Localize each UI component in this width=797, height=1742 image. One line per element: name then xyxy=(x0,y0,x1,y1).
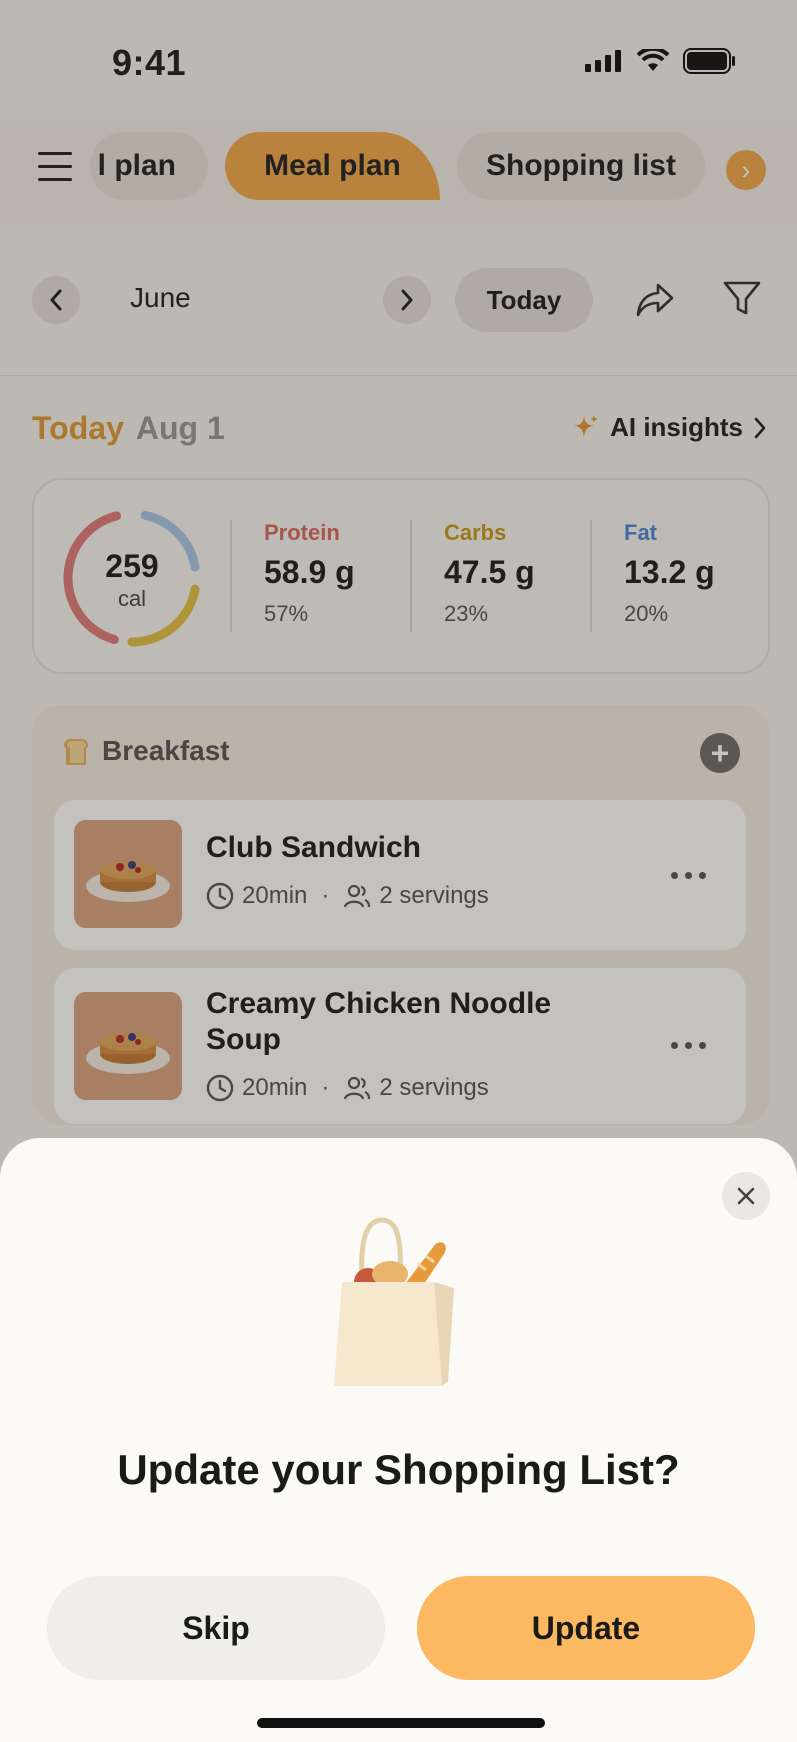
update-button[interactable]: Update xyxy=(417,1576,755,1680)
meal-plan-screen: 9:41 l plan Meal plan Shopping list › Ju… xyxy=(0,0,797,1742)
skip-button[interactable]: Skip xyxy=(47,1576,385,1680)
update-shopping-list-sheet: Update your Shopping List? Skip Update xyxy=(0,1138,797,1742)
close-button[interactable] xyxy=(722,1172,770,1220)
sheet-title: Update your Shopping List? xyxy=(117,1446,680,1493)
shopping-bag-icon xyxy=(334,1217,454,1386)
shopping-bag-illustration xyxy=(330,1210,470,1390)
close-icon xyxy=(737,1187,755,1205)
home-indicator xyxy=(257,1718,545,1728)
